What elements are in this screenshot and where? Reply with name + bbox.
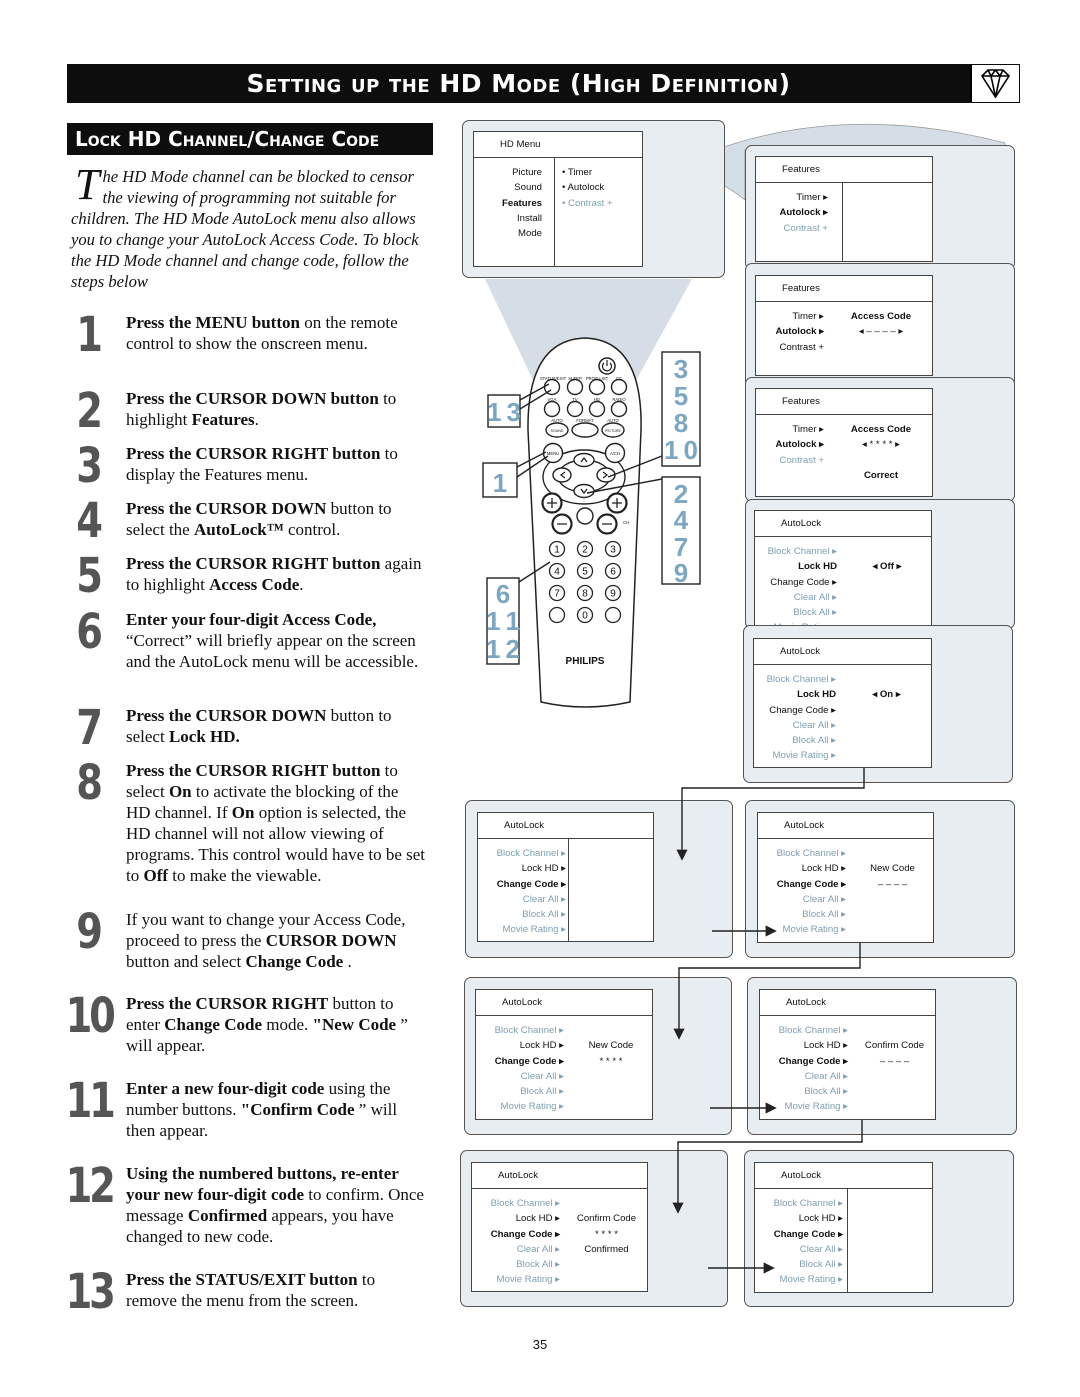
- label-tv: TV: [572, 397, 578, 402]
- digit-label: 3: [610, 545, 616, 556]
- digit-label: 1: [554, 545, 560, 556]
- hd-button[interactable]: [588, 400, 606, 418]
- diagram-overlay: 1 2 3 4 5 6 7 8 9 0 STATUS/EXIT SLEEP PROG.LIST C…: [482, 337, 865, 1274]
- label-hd: HD: [594, 397, 600, 402]
- label-radio: RADIO: [612, 397, 626, 402]
- digit-label: 4: [554, 567, 560, 578]
- digit-button[interactable]: [604, 606, 622, 624]
- radio-button[interactable]: [610, 400, 628, 418]
- page-number: 35: [532, 1337, 548, 1352]
- digit-label: 9: [610, 589, 616, 600]
- label-ch: CH: [623, 520, 629, 525]
- callout-step-number: 3: [674, 354, 688, 384]
- cursor-up-button[interactable]: [573, 452, 595, 468]
- label-sleep: SLEEP: [568, 376, 582, 381]
- label-status-exit: STATUS/EXIT: [540, 376, 567, 381]
- mute-button[interactable]: [576, 507, 594, 525]
- digit-label: 2: [582, 545, 588, 556]
- callout-step-number: 9: [674, 558, 688, 588]
- prog-list-button[interactable]: [588, 378, 606, 396]
- callout-step-number: 1: [493, 468, 507, 498]
- digit-label: 6: [610, 567, 616, 578]
- callout-step-number: 5: [674, 381, 688, 411]
- label-prog-list: PROG.LIST: [586, 376, 609, 381]
- philips-logo: PHILIPS: [566, 656, 605, 667]
- sleep-button[interactable]: [566, 378, 584, 396]
- digit-button[interactable]: [548, 606, 566, 624]
- digit-label: 8: [582, 589, 588, 600]
- flow-arrows: [672, 768, 865, 1274]
- callout-step-number: 8: [674, 408, 688, 438]
- cc-button[interactable]: [610, 378, 628, 396]
- label-auto-2: AUTO: [607, 418, 619, 423]
- digit-label: 5: [582, 567, 588, 578]
- digit-label: 0: [582, 611, 588, 622]
- callout-step-number: 4: [674, 505, 689, 535]
- label-format: FORMAT: [576, 418, 594, 423]
- vga-button[interactable]: [543, 400, 561, 418]
- callout-step-number: 6: [496, 579, 510, 609]
- cursor-down-button[interactable]: [573, 483, 595, 499]
- label-menu: MENU: [547, 451, 559, 456]
- label-auto: AUTO: [551, 418, 563, 423]
- label-sound: SOUND: [551, 429, 564, 433]
- label-vga: VGA: [548, 397, 557, 402]
- tv-button[interactable]: [566, 400, 584, 418]
- label-a-ch: A/CH: [610, 451, 620, 456]
- label-picture: PICTURE: [605, 429, 621, 433]
- format-button[interactable]: [571, 422, 599, 438]
- digit-label: 7: [554, 589, 560, 600]
- label-cc: CC: [616, 376, 622, 381]
